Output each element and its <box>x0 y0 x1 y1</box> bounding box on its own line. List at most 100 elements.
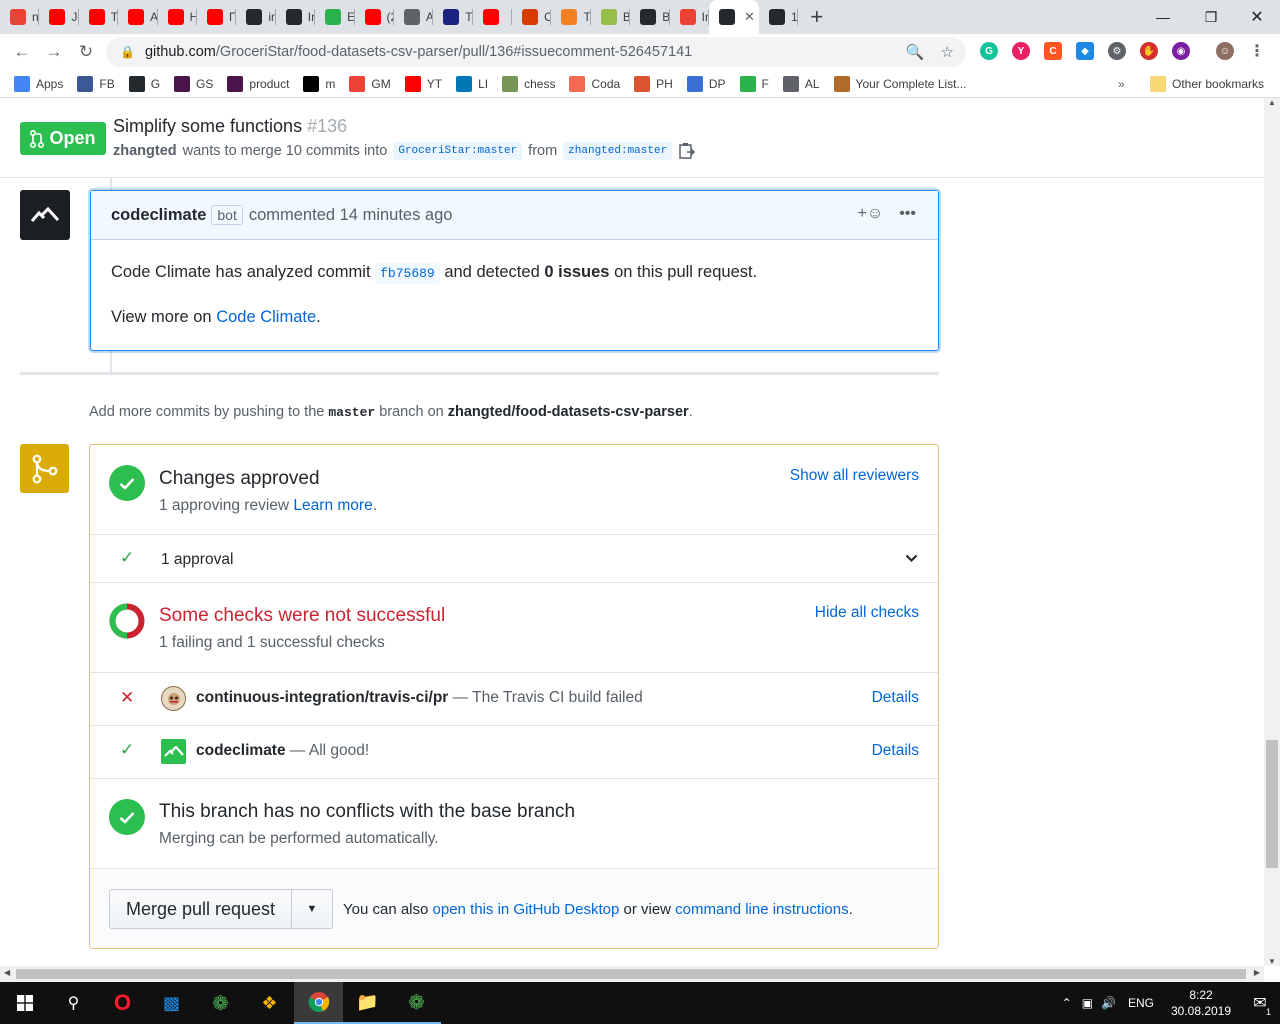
bookmark-item[interactable]: PH <box>634 75 673 92</box>
browser-tab[interactable]: E- <box>315 0 355 34</box>
minimize-button[interactable]: — <box>1140 0 1186 34</box>
codeclimate-avatar[interactable] <box>20 190 70 240</box>
browser-tab[interactable] <box>473 0 513 34</box>
scroll-down-arrow-icon[interactable]: ▼ <box>1268 957 1276 966</box>
browser-tab[interactable]: Bu <box>591 0 631 34</box>
bookmark-item[interactable]: Apps <box>14 75 63 92</box>
vertical-scroll-thumb[interactable] <box>1266 740 1278 868</box>
browser-tab[interactable]: ins <box>236 0 276 34</box>
bookmark-item[interactable]: G <box>128 75 160 92</box>
extension-icon[interactable]: ⚙ <box>1108 42 1126 60</box>
browser-tab[interactable]: Th <box>79 0 119 34</box>
reload-button[interactable]: ↻ <box>70 36 102 68</box>
new-tab-button[interactable]: + <box>810 4 823 30</box>
network-icon[interactable]: ▣ <box>1082 996 1093 1010</box>
extension-icon[interactable]: ✋ <box>1140 42 1158 60</box>
browser-tab[interactable]: (2 <box>355 0 394 34</box>
browser-tab[interactable]: Hc <box>158 0 197 34</box>
copy-branch-icon[interactable] <box>678 142 696 160</box>
vertical-scrollbar[interactable]: ▲ ▼ <box>1264 98 1280 966</box>
chrome-menu-icon[interactable]: ⋮ <box>1248 42 1266 60</box>
bookmark-item[interactable]: LI <box>456 75 488 92</box>
other-bookmarks-folder[interactable]: Other bookmarks <box>1150 75 1264 92</box>
browser-tab[interactable]: Пс <box>197 0 237 34</box>
pr-author-link[interactable]: zhangted <box>113 143 177 159</box>
bookmark-item[interactable]: AL <box>782 75 820 92</box>
horizontal-scrollbar[interactable]: ◀ ▶ <box>0 966 1264 982</box>
check-details-link[interactable]: Details <box>872 689 919 707</box>
bookmark-star-icon[interactable]: ☆ <box>941 43 954 61</box>
scroll-right-arrow-icon[interactable]: ▶ <box>1254 968 1260 977</box>
browser-tab[interactable]: Jo <box>39 0 79 34</box>
close-tab-icon[interactable]: ✕ <box>744 9 755 25</box>
browser-tab[interactable]: Th <box>551 0 591 34</box>
app-taskbar-icon[interactable]: ❁ <box>392 982 441 1024</box>
browser-tab[interactable]: ✕ <box>709 0 760 34</box>
browser-tab[interactable]: 1 <box>759 0 799 34</box>
base-branch[interactable]: GroceriStar:master <box>393 142 523 160</box>
notifications-icon[interactable]: ✉ 1 <box>1240 993 1280 1017</box>
bookmark-item[interactable]: YT <box>404 75 442 92</box>
address-bar[interactable]: 🔒 github.com/GroceriStar/food-datasets-c… <box>106 37 966 67</box>
bookmark-item[interactable]: FB <box>77 75 115 92</box>
bookmark-item[interactable]: Coda <box>569 75 620 92</box>
extension-icon[interactable]: ◆ <box>1076 42 1094 60</box>
app-taskbar-icon[interactable]: ❖ <box>245 982 294 1024</box>
head-branch[interactable]: zhangted:master <box>563 142 673 160</box>
volume-icon[interactable]: 🔊 <box>1101 996 1116 1010</box>
forward-button[interactable]: → <box>38 36 70 68</box>
more-options-icon[interactable]: ••• <box>899 205 916 223</box>
commit-sha-link[interactable]: fb75689 <box>375 263 440 284</box>
browser-tab[interactable]: Ba <box>630 0 670 34</box>
browser-tab[interactable]: A <box>118 0 158 34</box>
approvals-row[interactable]: ✓ 1 approval <box>90 535 938 583</box>
merge-method-dropdown[interactable]: ▼ <box>292 890 332 928</box>
close-window-button[interactable]: ✕ <box>1234 0 1280 34</box>
bookmark-item[interactable]: GS <box>174 75 213 92</box>
code-climate-link[interactable]: Code Climate <box>216 308 316 326</box>
merge-pull-request-button[interactable]: Merge pull request <box>110 890 292 928</box>
learn-more-link[interactable]: Learn more <box>293 497 372 514</box>
profile-avatar[interactable]: ☺ <box>1216 42 1234 60</box>
browser-tab[interactable]: Or <box>512 0 552 34</box>
chrome-taskbar-icon[interactable] <box>294 982 343 1024</box>
app-taskbar-icon[interactable]: ❁ <box>196 982 245 1024</box>
bookmark-item[interactable]: Your Complete List... <box>833 75 967 92</box>
browser-tab[interactable]: A <box>394 0 434 34</box>
bookmark-item[interactable]: F <box>739 75 769 92</box>
back-button[interactable]: ← <box>6 36 38 68</box>
zoom-icon[interactable]: 🔍 <box>906 43 925 61</box>
browser-tab[interactable]: Inl <box>670 0 710 34</box>
extension-icon[interactable]: C <box>1044 42 1062 60</box>
horizontal-scroll-thumb[interactable] <box>16 969 1246 979</box>
clock[interactable]: 8:22 30.08.2019 <box>1162 987 1240 1019</box>
open-in-desktop-link[interactable]: open this in GitHub Desktop <box>433 901 620 918</box>
bookmark-item[interactable]: product <box>227 75 289 92</box>
command-line-instructions-link[interactable]: command line instructions <box>675 901 848 918</box>
restore-button[interactable]: ❐ <box>1188 0 1234 34</box>
chevron-down-icon[interactable] <box>905 554 918 563</box>
file-explorer-taskbar-icon[interactable]: 📁 <box>343 982 392 1024</box>
search-icon[interactable]: ⚲ <box>49 982 98 1024</box>
more-bookmarks-icon[interactable]: » <box>1118 77 1125 91</box>
bookmark-item[interactable]: m <box>303 75 335 92</box>
add-reaction-icon[interactable]: +☺ <box>858 205 884 223</box>
language-indicator[interactable]: ENG <box>1128 996 1154 1010</box>
bookmark-item[interactable]: chess <box>502 75 555 92</box>
extension-icon[interactable]: Y <box>1012 42 1030 60</box>
bookmark-item[interactable]: DP <box>686 75 726 92</box>
tray-chevron-icon[interactable]: ⌃ <box>1062 996 1072 1010</box>
scroll-up-arrow-icon[interactable]: ▲ <box>1268 98 1276 107</box>
browser-tab[interactable]: Tv <box>433 0 473 34</box>
scroll-left-arrow-icon[interactable]: ◀ <box>4 968 10 977</box>
hide-all-checks-link[interactable]: Hide all checks <box>815 604 919 622</box>
comment-author[interactable]: codeclimate <box>111 206 206 225</box>
comment-timestamp[interactable]: commented 14 minutes ago <box>249 206 453 225</box>
app-taskbar-icon[interactable]: ▩ <box>147 982 196 1024</box>
extension-icon[interactable]: ◉ <box>1172 42 1190 60</box>
browser-tab[interactable]: ne <box>0 0 40 34</box>
check-details-link[interactable]: Details <box>872 742 919 760</box>
grammarly-extension-icon[interactable]: G <box>980 42 998 60</box>
show-all-reviewers-link[interactable]: Show all reviewers <box>790 467 919 485</box>
opera-taskbar-icon[interactable]: O <box>98 982 147 1024</box>
